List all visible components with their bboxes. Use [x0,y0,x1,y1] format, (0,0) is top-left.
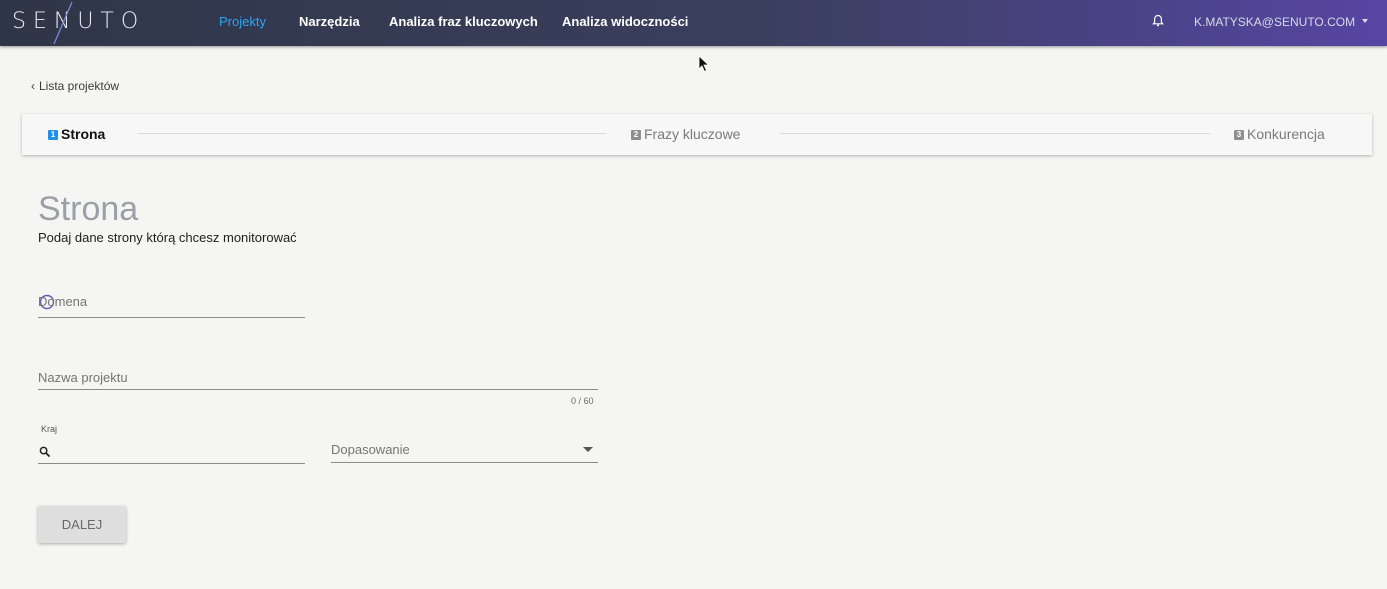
step-number-badge: 2 [631,130,641,140]
wizard-stepper: 1 Strona 2 Frazy kluczowe 3 Konkurencja [22,114,1372,155]
step-label: Strona [61,126,106,142]
match-type-select[interactable] [331,437,598,463]
mouse-cursor-icon [698,55,710,73]
top-navbar: SENUTO Projekty Narzędzia Analiza fraz k… [0,0,1387,46]
step-number-badge: 1 [48,130,58,140]
nav-narzedzia[interactable]: Narzędzia [299,14,360,29]
dropdown-arrow-icon[interactable] [583,447,593,452]
step-label: Frazy kluczowe [644,126,741,142]
bell-icon[interactable] [1151,14,1165,28]
back-link-label: Lista projektów [39,79,120,93]
page-subtitle: Podaj dane strony którą chcesz monitorow… [38,230,297,245]
country-field-label: Kraj [41,424,58,434]
step-connector [138,133,606,134]
step-label: Konkurencja [1247,126,1325,142]
step-connector [780,133,1210,134]
step-number-badge: 3 [1234,130,1244,140]
page-title: Strona [38,190,139,228]
back-to-projects-link[interactable]: ‹ Lista projektów [31,79,119,93]
country-input[interactable] [38,438,305,464]
step-strona[interactable]: 1 Strona [48,126,105,142]
nav-analiza-fraz[interactable]: Analiza fraz kluczowych [389,14,538,29]
domain-input[interactable] [38,290,305,318]
char-counter: 0 / 60 [571,396,594,406]
caret-down-icon[interactable] [1362,19,1368,23]
next-button[interactable]: DALEJ [38,506,126,543]
chevron-left-icon: ‹ [31,79,35,93]
nav-analiza-widocznosci[interactable]: Analiza widoczności [562,14,688,29]
nav-projekty[interactable]: Projekty [219,14,266,29]
logo-slash-mark [53,1,73,45]
user-menu[interactable]: K.MATYSKA@SENUTO.COM [1194,15,1355,29]
project-name-input[interactable] [38,364,598,390]
senuto-logo[interactable]: SENUTO [12,9,145,39]
step-frazy-kluczowe[interactable]: 2 Frazy kluczowe [631,126,740,142]
step-konkurencja[interactable]: 3 Konkurencja [1234,126,1325,142]
